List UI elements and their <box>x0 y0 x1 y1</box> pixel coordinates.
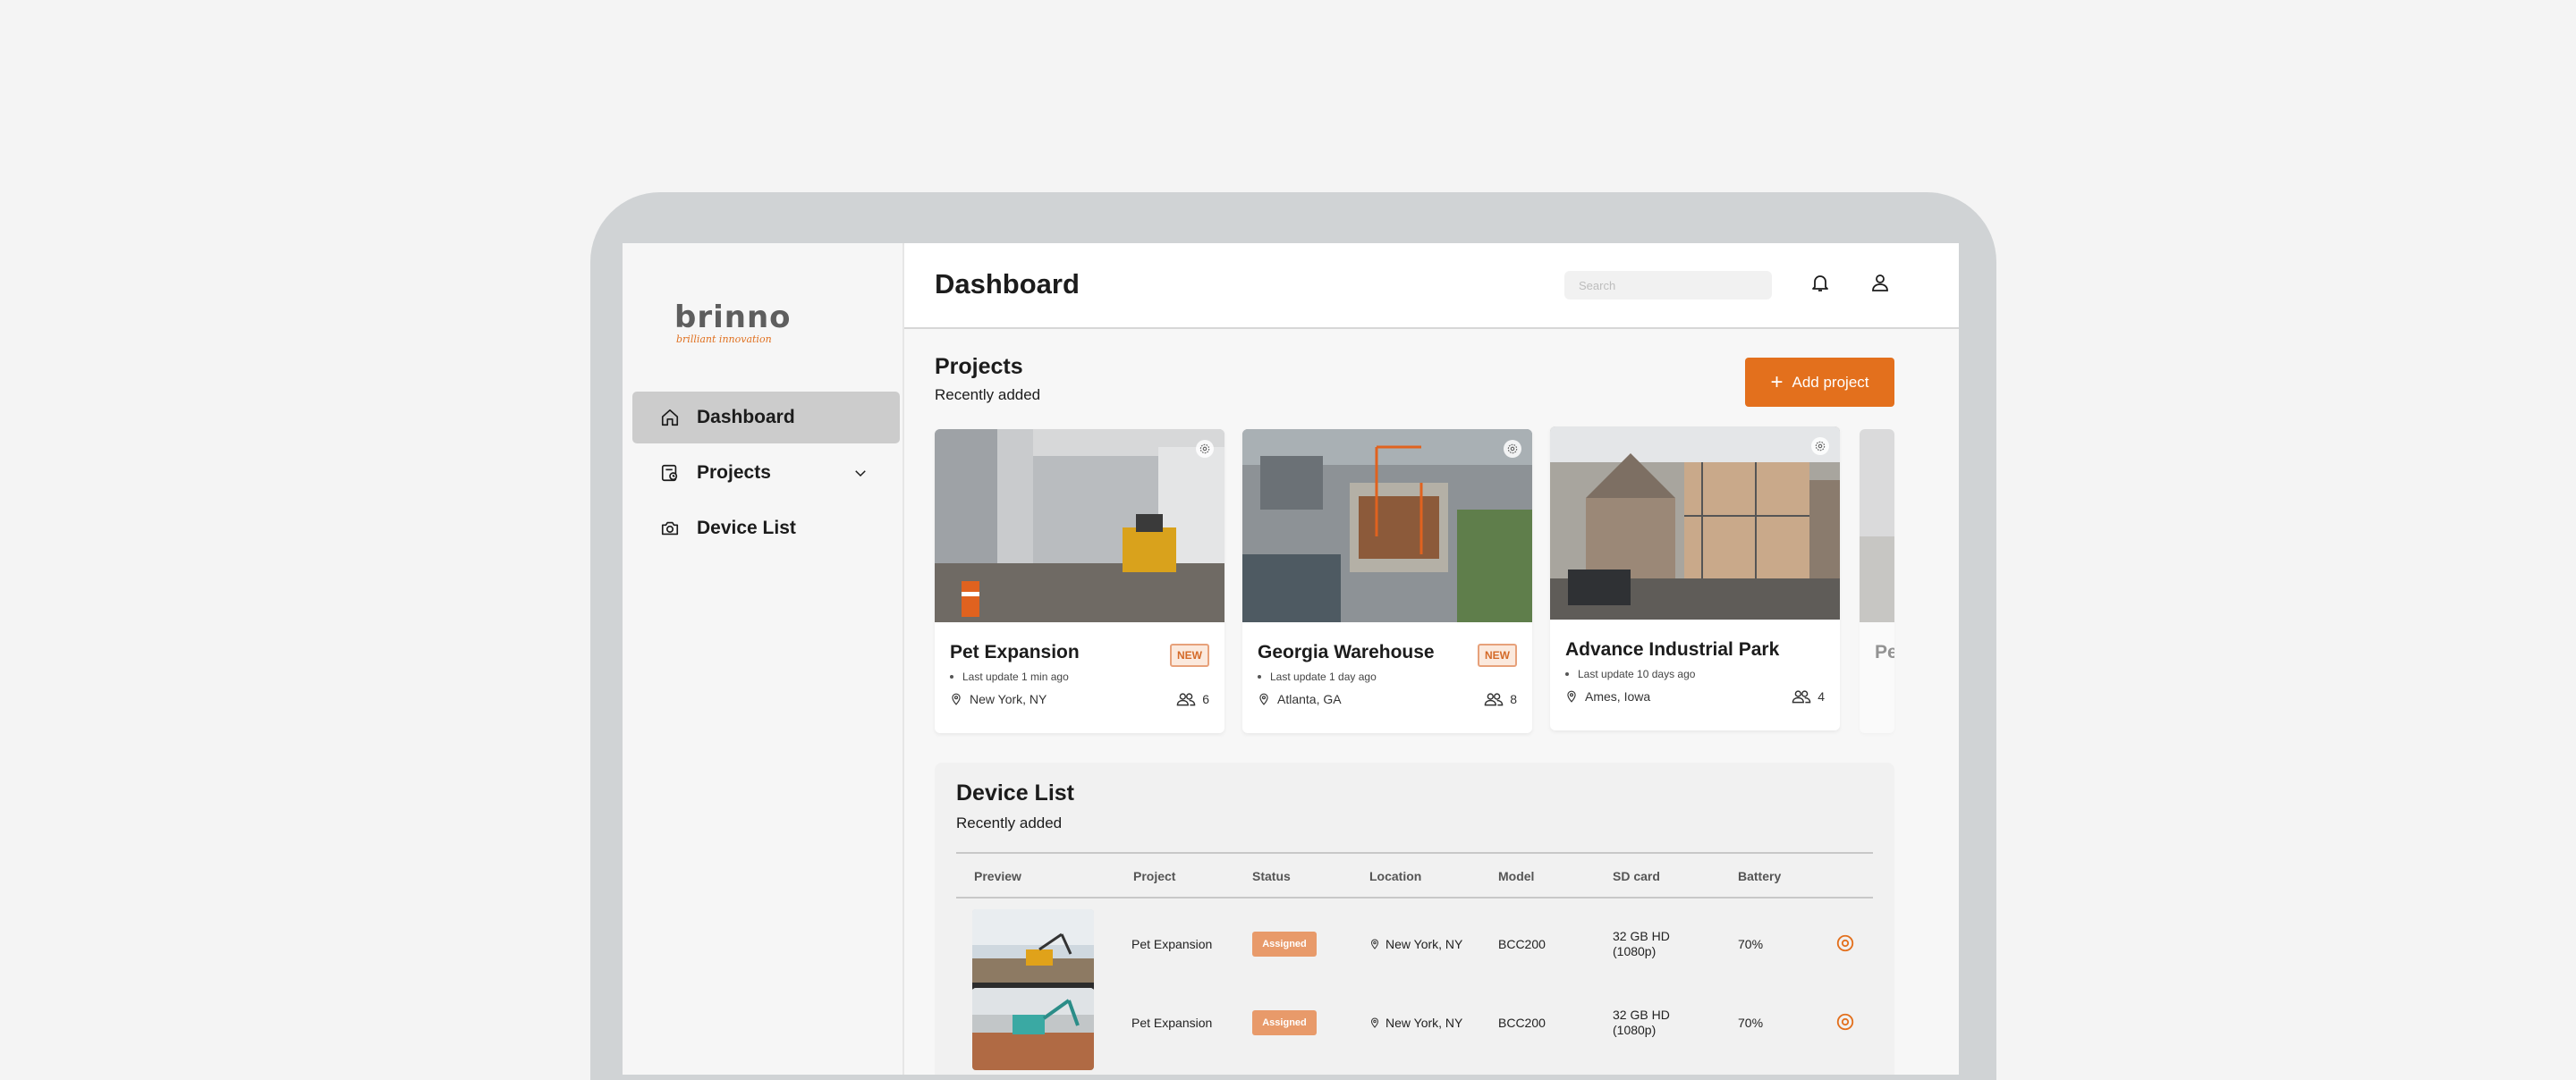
location-pin-icon <box>950 692 962 706</box>
battery-cell: 70% <box>1738 937 1764 951</box>
projects-subtitle: Recently added <box>935 386 1041 403</box>
plus-icon: + <box>1770 369 1784 394</box>
sd-card-cell: 32 GB HD (1080p) <box>1613 1008 1670 1037</box>
device-settings-icon[interactable] <box>1835 932 1856 954</box>
location-pin-icon <box>1258 692 1270 706</box>
model-cell: BCC200 <box>1498 1016 1546 1030</box>
project-cell: Pet Expansion <box>1131 937 1213 951</box>
project-card[interactable]: Advance Industrial Park Last update 10 d… <box>1550 426 1840 730</box>
column-header: Battery <box>1738 869 1782 883</box>
project-name: Pet Expansion <box>950 642 1080 662</box>
users-icon <box>1484 692 1504 706</box>
card-settings-icon[interactable] <box>1811 437 1829 455</box>
project-location: New York, NY <box>950 692 1046 706</box>
camera-icon <box>659 518 681 539</box>
add-project-button[interactable]: + Add project <box>1745 358 1894 407</box>
chevron-down-icon[interactable] <box>852 465 869 481</box>
location-pin-icon <box>1565 689 1578 704</box>
sidebar-item-label: Dashboard <box>697 407 795 427</box>
device-list-panel: Device List Recently added Preview Proje… <box>935 763 1894 1075</box>
sidebar-item-label: Projects <box>697 462 771 483</box>
project-card[interactable]: Pet Expansion NEW Last update 1 min ago … <box>935 429 1224 733</box>
table-row[interactable]: Pet Expansion Assigned New York, NY BCC2… <box>956 899 1873 991</box>
location-pin-icon <box>1369 938 1380 950</box>
last-update: Last update 1 min ago <box>950 671 1069 683</box>
project-name: Pe <box>1875 642 1894 662</box>
location-pin-icon <box>1369 1017 1380 1029</box>
projects-title: Projects <box>935 354 1023 379</box>
device-preview-image <box>972 909 1094 991</box>
device-list-subtitle: Recently added <box>956 814 1063 831</box>
location-cell: New York, NY <box>1369 937 1462 951</box>
project-name: Georgia Warehouse <box>1258 642 1435 662</box>
project-folder-icon <box>659 462 681 484</box>
project-name: Advance Industrial Park <box>1565 639 1780 660</box>
brinno-logo[interactable]: brinno brilliant innovation <box>674 302 791 345</box>
location-cell: New York, NY <box>1369 1016 1462 1030</box>
project-image <box>1550 426 1840 620</box>
sidebar-item-label: Device List <box>697 518 796 538</box>
project-card[interactable]: Pe <box>1860 429 1894 733</box>
card-settings-icon[interactable] <box>1196 440 1214 458</box>
sidebar-item-device-list[interactable]: Device List <box>632 502 900 554</box>
status-badge: Assigned <box>1252 1010 1317 1035</box>
device-preview-image <box>972 988 1094 1070</box>
last-update: Last update 1 day ago <box>1258 671 1377 683</box>
main-content: Dashboard Projects Recently added + Add … <box>904 243 1959 1075</box>
top-bar: Dashboard <box>904 243 1959 329</box>
device-table: Preview Project Status Location Model SD… <box>956 852 1873 1075</box>
users-icon <box>1176 692 1196 706</box>
table-header: Preview Project Status Location Model SD… <box>956 852 1873 899</box>
app-window: brinno brilliant innovation Dashboard Pr… <box>623 243 1959 1075</box>
member-count: 8 <box>1484 692 1517 706</box>
sd-card-cell: 32 GB HD (1080p) <box>1613 929 1670 958</box>
project-image <box>1860 429 1894 622</box>
card-settings-icon[interactable] <box>1504 440 1521 458</box>
column-header: Model <box>1498 869 1535 883</box>
status-badge: Assigned <box>1252 932 1317 957</box>
last-update: Last update 10 days ago <box>1565 668 1695 680</box>
project-card[interactable]: Georgia Warehouse NEW Last update 1 day … <box>1242 429 1532 733</box>
column-header: Status <box>1252 869 1291 883</box>
column-header: SD card <box>1613 869 1660 883</box>
model-cell: BCC200 <box>1498 937 1546 951</box>
page-title: Dashboard <box>935 268 1080 300</box>
new-badge: NEW <box>1478 644 1517 667</box>
project-location: Ames, Iowa <box>1565 689 1650 704</box>
user-icon[interactable] <box>1868 270 1893 295</box>
project-cell: Pet Expansion <box>1131 1016 1213 1030</box>
project-image <box>1242 429 1532 622</box>
bell-icon[interactable] <box>1808 270 1833 295</box>
column-header: Location <box>1369 869 1422 883</box>
device-list-title: Device List <box>956 780 1075 806</box>
column-header: Project <box>1133 869 1176 883</box>
project-image <box>935 429 1224 622</box>
project-location: Atlanta, GA <box>1258 692 1342 706</box>
home-icon <box>659 407 681 428</box>
sidebar-item-projects[interactable]: Projects <box>632 447 900 499</box>
search-input[interactable] <box>1564 271 1772 300</box>
new-badge: NEW <box>1170 644 1209 667</box>
member-count: 4 <box>1792 689 1825 704</box>
column-header: Preview <box>974 869 1021 883</box>
member-count: 6 <box>1176 692 1209 706</box>
table-row[interactable]: Pet Expansion Assigned New York, NY BCC2… <box>956 988 1873 1075</box>
sidebar: brinno brilliant innovation Dashboard Pr… <box>623 243 904 1075</box>
device-settings-icon[interactable] <box>1835 1011 1856 1033</box>
sidebar-item-dashboard[interactable]: Dashboard <box>632 392 900 443</box>
users-icon <box>1792 689 1811 704</box>
battery-cell: 70% <box>1738 1016 1764 1030</box>
